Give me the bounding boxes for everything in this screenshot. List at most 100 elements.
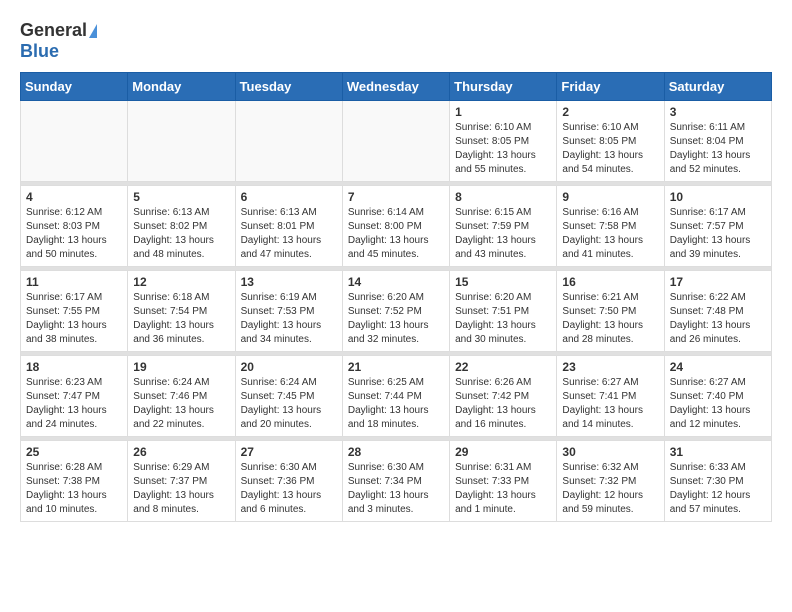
day-number: 20 bbox=[241, 360, 337, 374]
day-info: Sunrise: 6:12 AM Sunset: 8:03 PM Dayligh… bbox=[26, 206, 122, 262]
day-number: 13 bbox=[241, 275, 337, 289]
calendar-cell: 26Sunrise: 6:29 AM Sunset: 7:37 PM Dayli… bbox=[128, 441, 235, 522]
calendar-header-friday: Friday bbox=[557, 73, 664, 101]
calendar-cell: 9 Sunrise: 6:16 AM Sunset: 7:58 PM Daylig… bbox=[557, 186, 664, 267]
day-info: Sunrise: 6:27 AM Sunset: 7:40 PM Dayligh… bbox=[670, 376, 766, 432]
day-info: Sunrise: 6:14 AM Sunset: 8:00 PM Dayligh… bbox=[348, 206, 444, 262]
day-info: Sunrise: 6:23 AM Sunset: 7:47 PM Dayligh… bbox=[26, 376, 122, 432]
calendar-cell: 10 Sunrise: 6:17 AM Sunset: 7:57 PM Dayli… bbox=[664, 186, 771, 267]
day-number: 24 bbox=[670, 360, 766, 374]
day-number: 31 bbox=[670, 445, 766, 459]
calendar-cell: 25 Sunrise: 6:28 AM Sunset: 7:38 PM Dayli… bbox=[21, 441, 128, 522]
calendar-cell: 5 Sunrise: 6:13 AM Sunset: 8:02 PM Daylig… bbox=[128, 186, 235, 267]
day-info: Sunrise: 6:22 AM Sunset: 7:48 PM Dayligh… bbox=[670, 291, 766, 347]
calendar-cell: 15 Sunrise: 6:20 AM Sunset: 7:51 PM Dayli… bbox=[450, 271, 557, 352]
day-number: 1 bbox=[455, 105, 551, 119]
day-info: Sunrise: 6:17 AM Sunset: 7:57 PM Dayligh… bbox=[670, 206, 766, 262]
calendar-week-2: 4 Sunrise: 6:12 AM Sunset: 8:03 PM Daylig… bbox=[21, 186, 772, 267]
calendar-cell: 23Sunrise: 6:27 AM Sunset: 7:41 PM Dayli… bbox=[557, 356, 664, 437]
calendar-cell: 22Sunrise: 6:26 AM Sunset: 7:42 PM Dayli… bbox=[450, 356, 557, 437]
day-info: Sunrise: 6:27 AM Sunset: 7:41 PM Dayligh… bbox=[562, 376, 658, 432]
day-number: 2 bbox=[562, 105, 658, 119]
day-info: Sunrise: 6:25 AM Sunset: 7:44 PM Dayligh… bbox=[348, 376, 444, 432]
logo-general-text: General bbox=[20, 20, 87, 41]
calendar-week-4: 18 Sunrise: 6:23 AM Sunset: 7:47 PM Dayli… bbox=[21, 356, 772, 437]
day-number: 8 bbox=[455, 190, 551, 204]
calendar-cell: 29 Sunrise: 6:31 AM Sunset: 7:33 PM Dayli… bbox=[450, 441, 557, 522]
calendar-cell bbox=[342, 101, 449, 182]
day-info: Sunrise: 6:16 AM Sunset: 7:58 PM Dayligh… bbox=[562, 206, 658, 262]
day-info: Sunrise: 6:28 AM Sunset: 7:38 PM Dayligh… bbox=[26, 461, 122, 517]
day-number: 29 bbox=[455, 445, 551, 459]
calendar-cell bbox=[128, 101, 235, 182]
day-number: 19 bbox=[133, 360, 229, 374]
day-number: 12 bbox=[133, 275, 229, 289]
calendar-header-saturday: Saturday bbox=[664, 73, 771, 101]
day-info: Sunrise: 6:13 AM Sunset: 8:01 PM Dayligh… bbox=[241, 206, 337, 262]
calendar-cell: 4 Sunrise: 6:12 AM Sunset: 8:03 PM Daylig… bbox=[21, 186, 128, 267]
calendar-cell: 31 Sunrise: 6:33 AM Sunset: 7:30 PM Dayli… bbox=[664, 441, 771, 522]
day-info: Sunrise: 6:29 AM Sunset: 7:37 PM Dayligh… bbox=[133, 461, 229, 517]
calendar-header-thursday: Thursday bbox=[450, 73, 557, 101]
calendar-week-5: 25 Sunrise: 6:28 AM Sunset: 7:38 PM Dayli… bbox=[21, 441, 772, 522]
calendar-cell: 1 Sunrise: 6:10 AM Sunset: 8:05 PM Daylig… bbox=[450, 101, 557, 182]
day-info: Sunrise: 6:15 AM Sunset: 7:59 PM Dayligh… bbox=[455, 206, 551, 262]
day-number: 27 bbox=[241, 445, 337, 459]
day-number: 14 bbox=[348, 275, 444, 289]
calendar-cell: 2 Sunrise: 6:10 AM Sunset: 8:05 PM Daylig… bbox=[557, 101, 664, 182]
calendar-cell: 18 Sunrise: 6:23 AM Sunset: 7:47 PM Dayli… bbox=[21, 356, 128, 437]
day-number: 18 bbox=[26, 360, 122, 374]
day-number: 21 bbox=[348, 360, 444, 374]
day-info: Sunrise: 6:21 AM Sunset: 7:50 PM Dayligh… bbox=[562, 291, 658, 347]
logo-icon bbox=[89, 24, 97, 38]
day-info: Sunrise: 6:17 AM Sunset: 7:55 PM Dayligh… bbox=[26, 291, 122, 347]
calendar-cell: 16 Sunrise: 6:21 AM Sunset: 7:50 PM Dayli… bbox=[557, 271, 664, 352]
calendar-cell: 19 Sunrise: 6:24 AM Sunset: 7:46 PM Dayli… bbox=[128, 356, 235, 437]
day-info: Sunrise: 6:31 AM Sunset: 7:33 PM Dayligh… bbox=[455, 461, 551, 517]
day-number: 3 bbox=[670, 105, 766, 119]
day-info: Sunrise: 6:13 AM Sunset: 8:02 PM Dayligh… bbox=[133, 206, 229, 262]
day-info: Sunrise: 6:18 AM Sunset: 7:54 PM Dayligh… bbox=[133, 291, 229, 347]
day-number: 25 bbox=[26, 445, 122, 459]
day-info: Sunrise: 6:10 AM Sunset: 8:05 PM Dayligh… bbox=[562, 121, 658, 177]
day-info: Sunrise: 6:11 AM Sunset: 8:04 PM Dayligh… bbox=[670, 121, 766, 177]
day-info: Sunrise: 6:10 AM Sunset: 8:05 PM Dayligh… bbox=[455, 121, 551, 177]
calendar-cell: 6 Sunrise: 6:13 AM Sunset: 8:01 PM Daylig… bbox=[235, 186, 342, 267]
calendar: SundayMondayTuesdayWednesdayThursdayFrid… bbox=[20, 72, 772, 522]
day-info: Sunrise: 6:20 AM Sunset: 7:52 PM Dayligh… bbox=[348, 291, 444, 347]
day-number: 16 bbox=[562, 275, 658, 289]
calendar-cell bbox=[21, 101, 128, 182]
day-info: Sunrise: 6:24 AM Sunset: 7:46 PM Dayligh… bbox=[133, 376, 229, 432]
calendar-cell bbox=[235, 101, 342, 182]
day-number: 10 bbox=[670, 190, 766, 204]
day-info: Sunrise: 6:33 AM Sunset: 7:30 PM Dayligh… bbox=[670, 461, 766, 517]
day-number: 5 bbox=[133, 190, 229, 204]
day-number: 4 bbox=[26, 190, 122, 204]
day-info: Sunrise: 6:30 AM Sunset: 7:34 PM Dayligh… bbox=[348, 461, 444, 517]
calendar-cell: 20Sunrise: 6:24 AM Sunset: 7:45 PM Dayli… bbox=[235, 356, 342, 437]
day-number: 28 bbox=[348, 445, 444, 459]
day-info: Sunrise: 6:30 AM Sunset: 7:36 PM Dayligh… bbox=[241, 461, 337, 517]
day-number: 22 bbox=[455, 360, 551, 374]
calendar-cell: 27 Sunrise: 6:30 AM Sunset: 7:36 PM Dayli… bbox=[235, 441, 342, 522]
day-number: 7 bbox=[348, 190, 444, 204]
calendar-cell: 14 Sunrise: 6:20 AM Sunset: 7:52 PM Dayli… bbox=[342, 271, 449, 352]
calendar-header-sunday: Sunday bbox=[21, 73, 128, 101]
calendar-header-row: SundayMondayTuesdayWednesdayThursdayFrid… bbox=[21, 73, 772, 101]
calendar-cell: 21 Sunrise: 6:25 AM Sunset: 7:44 PM Dayli… bbox=[342, 356, 449, 437]
day-number: 15 bbox=[455, 275, 551, 289]
logo: General Blue bbox=[20, 20, 97, 62]
day-info: Sunrise: 6:20 AM Sunset: 7:51 PM Dayligh… bbox=[455, 291, 551, 347]
calendar-cell: 24 Sunrise: 6:27 AM Sunset: 7:40 PM Dayli… bbox=[664, 356, 771, 437]
day-number: 6 bbox=[241, 190, 337, 204]
calendar-header-wednesday: Wednesday bbox=[342, 73, 449, 101]
calendar-header-monday: Monday bbox=[128, 73, 235, 101]
day-number: 11 bbox=[26, 275, 122, 289]
calendar-week-1: 1 Sunrise: 6:10 AM Sunset: 8:05 PM Daylig… bbox=[21, 101, 772, 182]
calendar-cell: 28 Sunrise: 6:30 AM Sunset: 7:34 PM Dayli… bbox=[342, 441, 449, 522]
calendar-week-3: 11 Sunrise: 6:17 AM Sunset: 7:55 PM Dayli… bbox=[21, 271, 772, 352]
day-info: Sunrise: 6:19 AM Sunset: 7:53 PM Dayligh… bbox=[241, 291, 337, 347]
day-number: 9 bbox=[562, 190, 658, 204]
calendar-cell: 7 Sunrise: 6:14 AM Sunset: 8:00 PM Daylig… bbox=[342, 186, 449, 267]
header: General Blue bbox=[20, 20, 772, 62]
